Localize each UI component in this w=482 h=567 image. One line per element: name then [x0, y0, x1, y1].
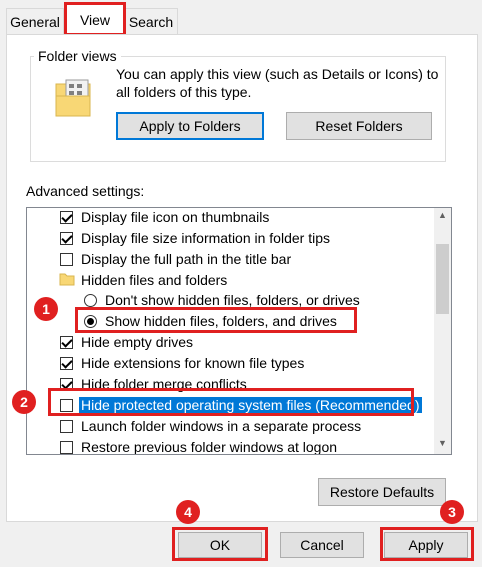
radio-button[interactable] [84, 294, 97, 307]
highlight-ok [172, 527, 268, 561]
step-badge-1: 1 [34, 297, 58, 321]
folder-views-label: Folder views [34, 48, 121, 64]
checkbox[interactable] [60, 357, 73, 370]
restore-defaults-button[interactable]: Restore Defaults [318, 478, 446, 506]
checkbox[interactable] [60, 232, 73, 245]
scroll-up-icon[interactable]: ▲ [436, 210, 449, 224]
highlight-show-hidden [75, 307, 357, 333]
setting-label: Launch folder windows in a separate proc… [81, 418, 362, 434]
setting-label: Display the full path in the title bar [81, 251, 292, 267]
setting-group-label: Hidden files and folders [81, 272, 228, 288]
advanced-settings-label: Advanced settings: [26, 183, 145, 199]
scrollbar-thumb[interactable] [436, 244, 449, 314]
tab-search[interactable]: Search [124, 8, 178, 35]
setting-label: Restore previous folder windows at logon [81, 439, 338, 455]
folder-views-description-1: You can apply this view (such as Details… [116, 66, 439, 82]
setting-label: Display file icon on thumbnails [81, 209, 270, 225]
vertical-scrollbar[interactable]: ▲ ▼ [434, 208, 451, 454]
checkbox[interactable] [60, 441, 73, 454]
reset-folders-button[interactable]: Reset Folders [286, 112, 432, 140]
scroll-down-icon[interactable]: ▼ [436, 438, 449, 452]
apply-to-folders-button[interactable]: Apply to Folders [116, 112, 264, 140]
folder-view-icon [52, 78, 94, 120]
step-badge-3: 3 [440, 500, 464, 524]
setting-label: Hide empty drives [81, 334, 194, 350]
cancel-button[interactable]: Cancel [280, 532, 364, 558]
highlight-view-tab [64, 2, 126, 36]
tab-general[interactable]: General [6, 8, 64, 35]
checkbox[interactable] [60, 336, 73, 349]
checkbox[interactable] [60, 211, 73, 224]
setting-label: Display file size information in folder … [81, 230, 330, 246]
setting-label: Hide extensions for known file types [81, 355, 305, 371]
checkbox[interactable] [60, 253, 73, 266]
highlight-apply [380, 527, 474, 561]
highlight-hide-protected [48, 388, 414, 416]
step-badge-4: 4 [176, 500, 200, 524]
step-badge-2: 2 [12, 390, 36, 414]
folder-views-description-2: all folders of this type. [116, 84, 252, 100]
checkbox[interactable] [60, 420, 73, 433]
folder-icon [59, 272, 75, 286]
